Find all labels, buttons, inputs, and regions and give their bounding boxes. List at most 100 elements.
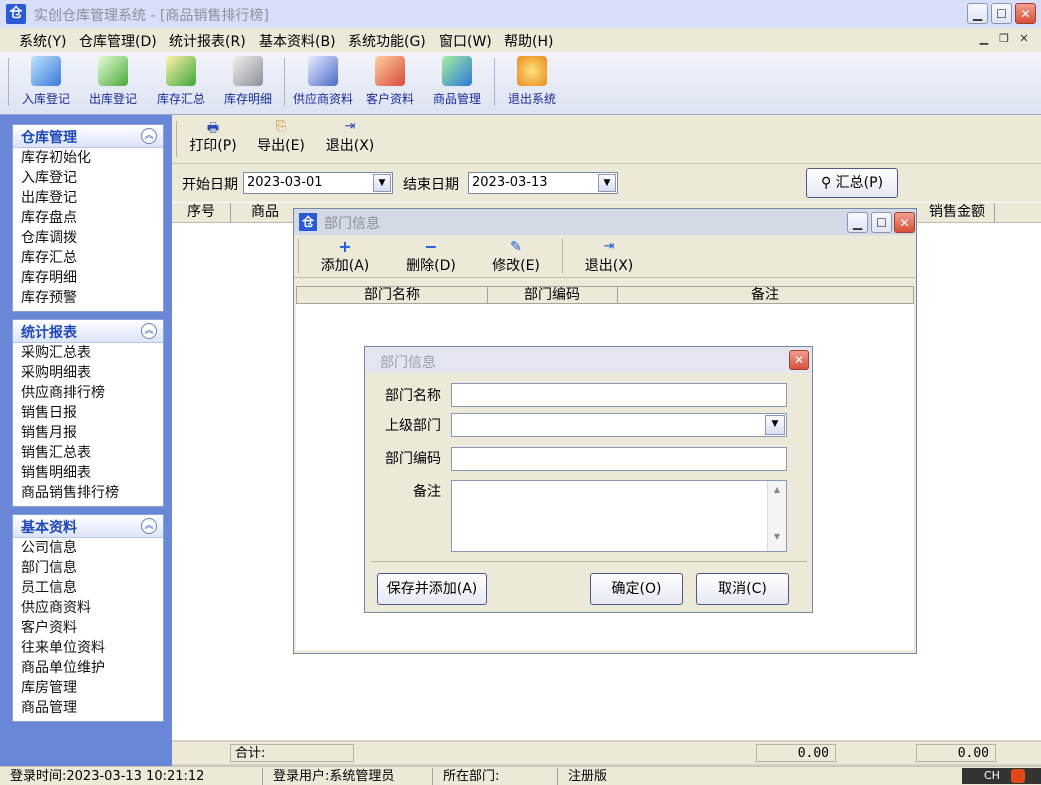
sidebar-item-stock-init[interactable]: 库存初始化 [13, 148, 163, 168]
sidebar-item-inbound[interactable]: 入库登记 [13, 168, 163, 188]
sidebar-item-company[interactable]: 公司信息 [13, 538, 163, 558]
menu-warehouse[interactable]: 仓库管理(D) [79, 31, 157, 51]
status-login-time: 登录时间:2023-03-13 10:21:12 [0, 768, 263, 785]
menu-help[interactable]: 帮助(H) [504, 31, 553, 51]
window-title: 实创仓库管理系统 - [商品销售排行榜] [34, 8, 269, 24]
cancel-button[interactable]: 取消(C) [696, 573, 789, 605]
toolbar-separator [176, 121, 177, 157]
toolbar-label: 库存明细 [223, 92, 272, 106]
panel-header[interactable]: 基本资料 ︽ [13, 515, 163, 538]
menu-system[interactable]: 系统(Y) [19, 31, 66, 51]
report-exit-button[interactable]: ⇥ 退出(X) [323, 119, 377, 155]
sidebar-item-department[interactable]: 部门信息 [13, 558, 163, 578]
close-button[interactable]: ✕ [789, 350, 809, 370]
sidebar-item-purchase-summary[interactable]: 采购汇总表 [13, 343, 163, 363]
export-button[interactable]: ⎘ 导出(E) [254, 119, 308, 155]
minimize-button[interactable]: ▁ [847, 212, 868, 233]
collapse-icon[interactable]: ︽ [141, 518, 157, 534]
toolbar-label: 退出系统 [507, 92, 556, 106]
sidebar-item-stock-detail[interactable]: 库存明细 [13, 268, 163, 288]
toolbar-stock-detail-button[interactable]: 库存明细 [219, 54, 277, 110]
close-button[interactable]: ✕ [1015, 3, 1036, 24]
sidebar-item-sales-detail[interactable]: 销售明细表 [13, 463, 163, 483]
dept-exit-button[interactable]: ⇥ 退出(X) [580, 239, 638, 275]
sidebar-item-stock-summary[interactable]: 库存汇总 [13, 248, 163, 268]
print-label: 打印(P) [189, 138, 237, 154]
col-dept-code[interactable]: 部门编码 [487, 287, 618, 303]
dept-name-input[interactable] [451, 383, 787, 407]
col-product[interactable]: 商品 [232, 203, 298, 222]
chevron-down-icon[interactable]: ▼ [373, 174, 391, 192]
sidebar-item-customer[interactable]: 客户资料 [13, 618, 163, 638]
print-button[interactable]: 🖶 打印(P) [186, 119, 240, 155]
sidebar-item-supplier[interactable]: 供应商资料 [13, 598, 163, 618]
parent-dept-label: 上级部门 [385, 418, 441, 434]
sidebar-item-supplier-ranking[interactable]: 供应商排行榜 [13, 383, 163, 403]
sidebar-item-employee[interactable]: 员工信息 [13, 578, 163, 598]
toolbar-product-button[interactable]: 商品管理 [428, 54, 486, 110]
save-and-add-button[interactable]: 保存并添加(A) [377, 573, 487, 605]
panel-header[interactable]: 统计报表 ︽ [13, 320, 163, 343]
sidebar-item-sales-summary[interactable]: 销售汇总表 [13, 443, 163, 463]
mdi-minimize-icon[interactable]: ▁ [976, 32, 992, 48]
sidebar-item-transfer[interactable]: 仓库调拨 [13, 228, 163, 248]
start-date-field[interactable]: 2023-03-01 ▼ [243, 172, 393, 194]
toolbar-exit-button[interactable]: 退出系统 [502, 54, 562, 110]
scroll-up-icon[interactable]: ▲ [768, 485, 786, 494]
status-login-user: 登录用户:系统管理员 [263, 768, 433, 785]
sidebar-item-purchase-detail[interactable]: 采购明细表 [13, 363, 163, 383]
menu-functions[interactable]: 系统功能(G) [348, 31, 426, 51]
chevron-down-icon[interactable]: ▼ [765, 415, 785, 435]
ime-indicator[interactable]: CH [962, 768, 1041, 784]
minimize-button[interactable]: ▁ [967, 3, 988, 24]
panel-header[interactable]: 仓库管理 ︽ [13, 125, 163, 148]
sidebar-item-warehouse[interactable]: 库房管理 [13, 678, 163, 698]
ok-button[interactable]: 确定(O) [590, 573, 683, 605]
chevron-down-icon[interactable]: ▼ [598, 174, 616, 192]
scroll-down-icon[interactable]: ▼ [768, 532, 786, 541]
end-date-field[interactable]: 2023-03-13 ▼ [468, 172, 618, 194]
dept-delete-button[interactable]: − 删除(D) [402, 239, 460, 275]
col-amount[interactable]: 销售金额 [920, 203, 995, 222]
panel-title: 统计报表 [21, 325, 77, 341]
sidebar-item-stocktake[interactable]: 库存盘点 [13, 208, 163, 228]
toolbar-outbound-button[interactable]: 出库登记 [84, 54, 142, 110]
col-dept-name[interactable]: 部门名称 [297, 287, 488, 303]
sidebar-item-partner[interactable]: 往来单位资料 [13, 638, 163, 658]
remark-textarea[interactable]: ▲ ▼ [451, 480, 787, 552]
dept-code-input[interactable] [451, 447, 787, 471]
close-button[interactable]: ✕ [894, 212, 915, 233]
panel-title: 仓库管理 [21, 130, 77, 146]
collapse-icon[interactable]: ︽ [141, 128, 157, 144]
panel-warehouse: 仓库管理 ︽ 库存初始化 入库登记 出库登记 库存盘点 仓库调拨 库存汇总 库存… [12, 124, 164, 312]
menu-window[interactable]: 窗口(W) [439, 31, 492, 51]
sidebar-item-sales-monthly[interactable]: 销售月报 [13, 423, 163, 443]
collapse-icon[interactable]: ︽ [141, 323, 157, 339]
summary-button[interactable]: ⚲ 汇总(P) [806, 168, 898, 198]
toolbar-supplier-button[interactable]: 供应商资料 [290, 54, 356, 110]
sidebar-item-product-sales-ranking[interactable]: 商品销售排行榜 [13, 483, 163, 503]
maximize-button[interactable]: ☐ [991, 3, 1012, 24]
menu-reports[interactable]: 统计报表(R) [169, 31, 246, 51]
sidebar-item-sales-daily[interactable]: 销售日报 [13, 403, 163, 423]
exit-door-icon: ⇥ [344, 119, 356, 134]
toolbar-customer-button[interactable]: 客户资料 [361, 54, 419, 110]
menu-basic[interactable]: 基本资料(B) [259, 31, 336, 51]
parent-dept-select[interactable]: ▼ [451, 413, 787, 437]
sidebar-item-outbound[interactable]: 出库登记 [13, 188, 163, 208]
col-seq[interactable]: 序号 [172, 203, 231, 222]
mdi-close-icon[interactable]: ✕ [1016, 32, 1032, 48]
pencil-icon: ✎ [510, 239, 522, 255]
sidebar-item-stock-alert[interactable]: 库存预警 [13, 288, 163, 308]
toolbar-inbound-button[interactable]: 入库登记 [16, 54, 76, 110]
binoculars-icon: ⚲ [820, 175, 832, 191]
sidebar-item-unit[interactable]: 商品单位维护 [13, 658, 163, 678]
sidebar-item-product[interactable]: 商品管理 [13, 698, 163, 718]
scrollbar[interactable]: ▲ ▼ [767, 481, 786, 551]
col-remark[interactable]: 备注 [617, 287, 913, 303]
dept-add-button[interactable]: + 添加(A) [316, 239, 374, 275]
mdi-restore-icon[interactable]: ❐ [996, 32, 1012, 48]
maximize-button[interactable]: ☐ [871, 212, 892, 233]
toolbar-stock-summary-button[interactable]: 库存汇总 [152, 54, 210, 110]
dept-edit-button[interactable]: ✎ 修改(E) [487, 239, 545, 275]
